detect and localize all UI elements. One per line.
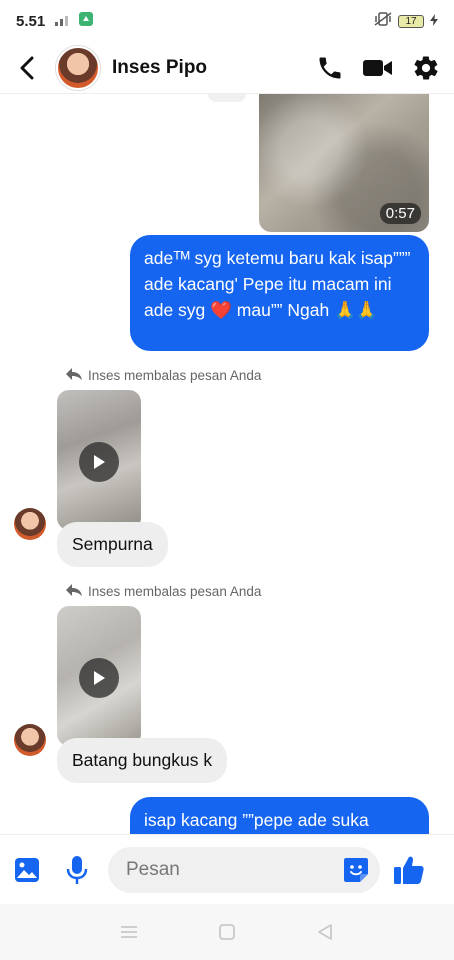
thumbs-up-icon[interactable] [392, 853, 426, 887]
sent-video-message[interactable]: 0:57 [259, 94, 429, 232]
menu-icon[interactable] [114, 917, 144, 947]
phone-icon[interactable] [314, 52, 346, 84]
vibrate-icon [374, 12, 392, 30]
microphone-icon[interactable] [60, 853, 94, 887]
reply-indicator: Inses membalas pesan Anda [66, 368, 261, 383]
message-input-container[interactable] [108, 846, 380, 893]
message-composer [0, 834, 454, 904]
status-bar: 5.51 17 [0, 0, 454, 42]
sticker-icon[interactable] [340, 854, 372, 886]
sender-avatar[interactable] [14, 508, 46, 540]
chat-header: Inses Pipo [0, 42, 454, 94]
reply-indicator-label: Inses membalas pesan Anda [88, 368, 262, 383]
messenger-screen: 5.51 17 Inses Pipo 0:57 adeᵀᴹ syg ketemu… [0, 0, 454, 960]
app-notification-icon [79, 12, 94, 30]
signal-icon [55, 13, 73, 30]
status-icons-right: 17 [374, 12, 438, 30]
home-icon[interactable] [212, 917, 242, 947]
received-video-message[interactable] [57, 606, 141, 746]
status-time: 5.51 [16, 12, 46, 30]
sent-message-bubble[interactable]: isap kacang ””pepe ade suka [130, 797, 429, 834]
reply-indicator-label: Inses membalas pesan Anda [88, 584, 262, 599]
reply-arrow-icon [66, 584, 82, 599]
back-arrow-icon[interactable] [12, 53, 42, 83]
battery-indicator: 17 [398, 14, 424, 28]
image-icon[interactable] [10, 853, 44, 887]
video-duration: 0:57 [379, 203, 421, 224]
contact-name[interactable]: Inses Pipo [112, 57, 207, 79]
video-camera-icon[interactable] [362, 52, 394, 84]
charging-icon [430, 13, 438, 30]
message-input[interactable] [126, 858, 334, 881]
gear-icon[interactable] [410, 52, 442, 84]
header-actions [314, 52, 442, 84]
sent-message-bubble[interactable]: adeᵀᴹ syg ketemu baru kak isap””” ade ka… [130, 235, 429, 351]
received-message-bubble[interactable]: Sempurna [57, 522, 168, 567]
play-icon[interactable] [79, 658, 119, 698]
system-navigation-bar [0, 904, 454, 960]
contact-avatar[interactable] [56, 45, 100, 90]
reply-arrow-icon [66, 368, 82, 383]
message-thread[interactable]: 0:57 adeᵀᴹ syg ketemu baru kak isap””” a… [0, 94, 454, 834]
sender-avatar[interactable] [14, 724, 46, 756]
back-triangle-icon[interactable] [310, 917, 340, 947]
previous-message-fragment [208, 94, 246, 102]
play-icon[interactable] [79, 442, 119, 482]
received-message-bubble[interactable]: Batang bungkus k [57, 738, 228, 783]
reply-indicator: Inses membalas pesan Anda [66, 584, 261, 599]
received-video-message[interactable] [57, 390, 141, 530]
status-icons-left [55, 12, 94, 30]
